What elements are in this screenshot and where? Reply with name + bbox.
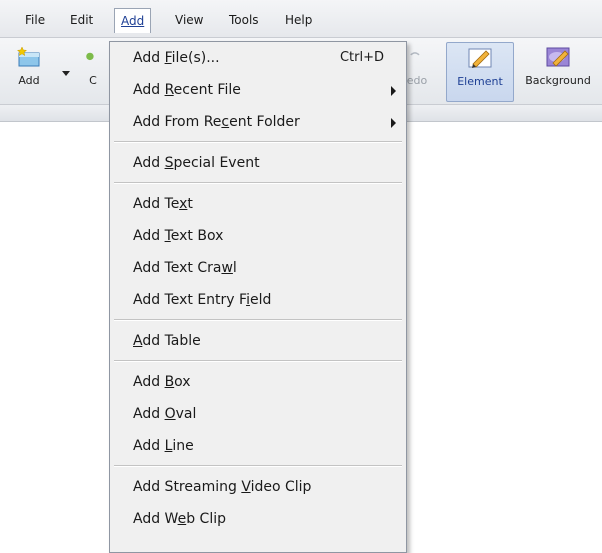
element-button[interactable]: Element — [446, 42, 514, 102]
menu-separator — [114, 465, 402, 467]
add-file-icon — [16, 46, 40, 67]
redo-icon — [410, 52, 420, 56]
menu-item-add-text-box[interactable]: Add Text Box — [110, 220, 406, 252]
menu-item-add-files[interactable]: Add File(s)... Ctrl+D — [110, 42, 406, 74]
menu-bar: File Edit Add View Tools Help — [0, 0, 602, 38]
menu-separator — [114, 141, 402, 143]
background-button[interactable]: Background — [516, 42, 600, 100]
menu-item-add-streaming-video-clip[interactable]: Add Streaming Video Clip — [110, 471, 406, 503]
menu-item-add-table[interactable]: Add Table — [110, 325, 406, 357]
menu-edit[interactable]: Edit — [67, 13, 96, 27]
menu-help[interactable]: Help — [282, 13, 315, 27]
menu-item-add-oval[interactable]: Add Oval — [110, 398, 406, 430]
menu-separator — [114, 319, 402, 321]
submenu-arrow-icon — [391, 118, 396, 128]
menu-item-add-recent-file[interactable]: Add Recent File — [110, 74, 406, 106]
menu-separator — [114, 182, 402, 184]
menu-view[interactable]: View — [172, 13, 206, 27]
c-button-label: C — [89, 74, 97, 87]
element-pencil-icon — [468, 48, 492, 68]
add-dropdown-arrow[interactable] — [58, 42, 74, 100]
menu-item-add-text-entry-field[interactable]: Add Text Entry Field — [110, 284, 406, 316]
element-button-label: Element — [457, 75, 503, 88]
menu-item-add-line[interactable]: Add Line — [110, 430, 406, 462]
menu-separator — [114, 360, 402, 362]
add-menu-dropdown: Add File(s)... Ctrl+D Add Recent File Ad… — [109, 41, 407, 553]
shortcut-label: Ctrl+D — [339, 50, 384, 65]
menu-file[interactable]: File — [22, 13, 48, 27]
menu-item-add-from-recent-folder[interactable]: Add From Recent Folder — [110, 106, 406, 138]
menu-add[interactable]: Add — [114, 8, 152, 33]
chevron-down-icon — [62, 71, 70, 76]
submenu-arrow-icon — [391, 86, 396, 96]
add-button-label: Add — [18, 74, 40, 87]
menu-item-add-text[interactable]: Add Text — [110, 188, 406, 220]
menu-item-add-special-event[interactable]: Add Special Event — [110, 147, 406, 179]
add-button[interactable]: Add — [6, 42, 52, 100]
c-button[interactable]: C — [80, 42, 106, 100]
menu-item-add-web-clip[interactable]: Add Web Clip — [110, 503, 406, 535]
menu-item-add-box[interactable]: Add Box — [110, 366, 406, 398]
menu-tools[interactable]: Tools — [226, 13, 262, 27]
background-button-label: Background — [525, 74, 591, 87]
green-tool-icon — [86, 52, 94, 61]
menu-item-add-text-crawl[interactable]: Add Text Crawl — [110, 252, 406, 284]
background-pencil-icon — [546, 47, 570, 67]
